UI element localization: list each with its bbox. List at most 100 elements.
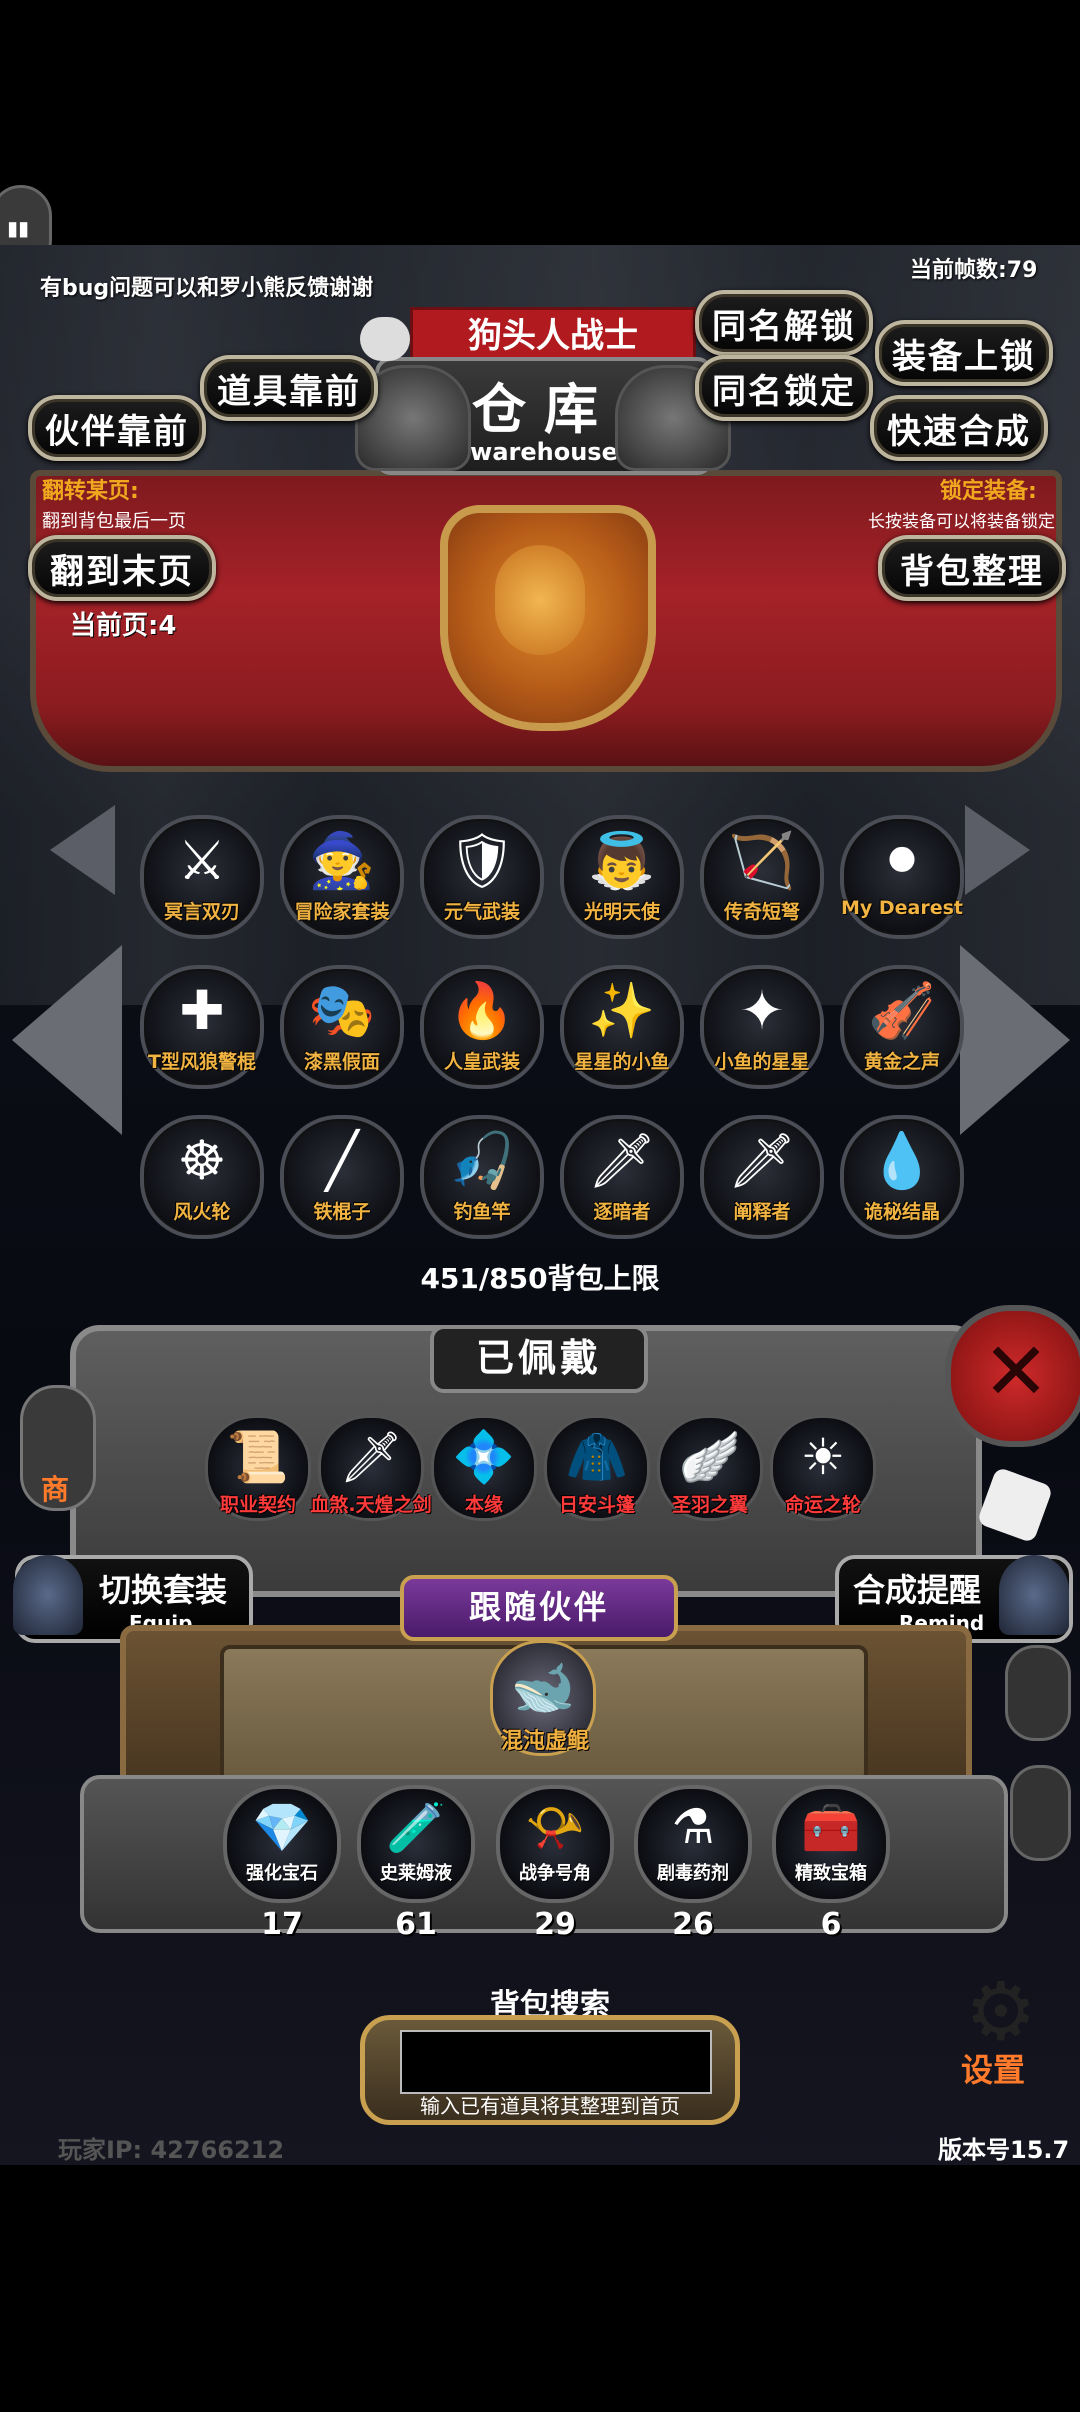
quick-synth-button[interactable]: 快速合成 xyxy=(870,395,1048,461)
flip-page-label: 翻转某页: xyxy=(42,479,139,504)
partner-name: 混沌虚鲲 xyxy=(500,1729,589,1754)
dark-orb-icon: ⚫ xyxy=(879,829,925,892)
sword-icon: 🗡 xyxy=(587,1129,657,1192)
crossbow-icon: 🏹 xyxy=(728,829,796,892)
fish-star-icon: ✦ xyxy=(739,979,785,1042)
close-button[interactable]: ✕ xyxy=(945,1305,1080,1447)
equipped-item[interactable]: ☀ 命运之轮 xyxy=(770,1415,876,1521)
dark-sword-icon: 🗡 xyxy=(727,1129,797,1192)
shop-button[interactable]: 商 xyxy=(20,1385,96,1511)
angel-icon: 👼 xyxy=(588,829,656,892)
partner-front-button[interactable]: 伙伴靠前 xyxy=(28,395,206,461)
side-ring-icon[interactable] xyxy=(1005,1645,1071,1741)
skull-icon xyxy=(360,317,410,361)
feedback-text: 有bug问题可以和罗小熊反馈谢谢 xyxy=(40,276,374,301)
material-slot[interactable]: 💎 强化宝石 17 xyxy=(223,1785,341,1942)
flip-page-hint: 翻到背包最后一页 xyxy=(42,511,186,532)
equipped-title-plaque: 已佩戴 xyxy=(430,1325,648,1393)
search-input[interactable] xyxy=(400,2030,712,2094)
switch-set-label: 切换套装 xyxy=(99,1571,228,1609)
inventory-item[interactable]: 🔥 人皇武装 xyxy=(420,965,544,1089)
unlock-same-name-button[interactable]: 同名解锁 xyxy=(695,290,873,356)
inventory-item[interactable]: 🗡 阐释者 xyxy=(700,1115,824,1239)
lock-equip-label: 锁定装备: xyxy=(940,479,1037,504)
inventory-item[interactable]: 🎻 黄金之声 xyxy=(840,965,964,1089)
material-slot[interactable]: ⚗ 剧毒药剂 26 xyxy=(634,1785,752,1942)
version-number: 版本号15.7 xyxy=(938,2136,1070,2164)
next-arrow-large[interactable] xyxy=(960,945,1070,1135)
lock-equip-hint: 长按装备可以将装备锁定 xyxy=(868,512,1055,532)
armor-icon: 🛡 xyxy=(447,829,517,892)
inventory-item[interactable]: ✚ T型风狼警棍 xyxy=(140,965,264,1089)
lion-emblem-icon xyxy=(495,545,585,655)
player-ip: 玩家IP: 42766212 xyxy=(58,2136,285,2164)
game-screen: 有bug问题可以和罗小熊反馈谢谢 当前帧数:79 狗头人战士 仓库 wareho… xyxy=(0,245,1080,2165)
inventory-item[interactable]: ☸ 风火轮 xyxy=(140,1115,264,1239)
inventory-item[interactable]: 🧙 冒险家套装 xyxy=(280,815,404,939)
equipped-item[interactable]: 🗡 血煞.天煌之剑 xyxy=(310,1415,432,1521)
helmet-icon xyxy=(999,1555,1069,1635)
inventory-item[interactable]: ✨ 星星的小鱼 xyxy=(560,965,684,1089)
fate-wheel-icon: ☀ xyxy=(800,1428,846,1486)
fishing-rod-icon: 🎣 xyxy=(448,1129,516,1192)
settings-label: 设置 xyxy=(961,2051,1026,2089)
iron-rod-icon: ╱ xyxy=(325,1129,359,1192)
inventory-item[interactable]: 💧 诡秘结晶 xyxy=(840,1115,964,1239)
partner-creature-icon: 🐋 xyxy=(510,1658,576,1718)
material-slot[interactable]: 🧪 史莱姆液 61 xyxy=(357,1785,475,1942)
material-slot[interactable]: 📯 战争号角 29 xyxy=(496,1785,614,1942)
material-slot[interactable]: 🧰 精致宝箱 6 xyxy=(772,1785,890,1942)
dual-blade-icon: ⚔ xyxy=(177,829,227,892)
inventory-item[interactable]: 👼 光明天使 xyxy=(560,815,684,939)
wings-icon: 🪽 xyxy=(678,1428,742,1486)
war-horn-icon: 📯 xyxy=(525,1800,585,1856)
prev-arrow-large[interactable] xyxy=(12,945,122,1135)
cloak-icon: 🧥 xyxy=(565,1428,629,1486)
inventory-item[interactable]: ╱ 铁棍子 xyxy=(280,1115,404,1239)
last-page-button[interactable]: 翻到末页 xyxy=(28,535,216,601)
equipped-item[interactable]: 📜 职业契约 xyxy=(205,1415,311,1521)
items-front-button[interactable]: 道具靠前 xyxy=(200,355,378,421)
star-fish-icon: ✨ xyxy=(588,979,656,1042)
current-page: 当前页:4 xyxy=(70,611,177,641)
shop-label: 商 xyxy=(41,1473,70,1506)
emperor-armor-icon: 🔥 xyxy=(448,979,516,1042)
treasure-chest-icon: 🧰 xyxy=(801,1800,861,1856)
search-hint: 输入已有道具将其整理到首页 xyxy=(420,2094,680,2118)
poison-potion-icon: ⚗ xyxy=(671,1799,715,1855)
inventory-item[interactable]: 🛡 元气武装 xyxy=(420,815,544,939)
inventory-item[interactable]: ⚫ My Dearest xyxy=(840,815,964,939)
follow-partner-plaque: 跟随伙伴 xyxy=(400,1575,678,1641)
character-name: 狗头人战士 xyxy=(468,316,638,356)
prev-arrow-small[interactable] xyxy=(50,805,115,895)
wheel-icon: ☸ xyxy=(177,1129,227,1192)
origin-icon: 💠 xyxy=(452,1428,516,1486)
inventory-item[interactable]: ⚔ 冥言双刃 xyxy=(140,815,264,939)
inventory-item[interactable]: 🏹 传奇短弩 xyxy=(700,815,824,939)
follow-partner-title: 跟随伙伴 xyxy=(468,1588,609,1626)
dice-icon[interactable] xyxy=(976,1466,1054,1544)
blood-sword-icon: 🗡 xyxy=(339,1428,403,1486)
inventory-item[interactable]: 🎣 钓鱼竿 xyxy=(420,1115,544,1239)
inventory-item[interactable]: 🎭 漆黑假面 xyxy=(280,965,404,1089)
lock-same-name-button[interactable]: 同名锁定 xyxy=(695,355,873,421)
mask-icon: 🎭 xyxy=(308,979,376,1042)
settings-button[interactable]: ⚙ 设置 xyxy=(955,1965,1065,2095)
bag-capacity: 451/850背包上限 xyxy=(420,1262,660,1295)
sort-bag-button[interactable]: 背包整理 xyxy=(878,535,1066,601)
adventurer-set-icon: 🧙 xyxy=(308,829,376,892)
inventory-item[interactable]: 🗡 逐暗者 xyxy=(560,1115,684,1239)
equipped-item[interactable]: 💠 本缘 xyxy=(431,1415,537,1521)
next-arrow-small[interactable] xyxy=(965,805,1030,895)
bubble-eyes-icon: ▮▮ xyxy=(7,216,30,240)
lock-equipment-button[interactable]: 装备上锁 xyxy=(875,320,1053,386)
green-gem-icon: 💎 xyxy=(252,1800,312,1856)
equipped-title: 已佩戴 xyxy=(475,1336,602,1380)
side-ring-icon[interactable] xyxy=(1010,1765,1071,1861)
equipped-item[interactable]: 🧥 日安斗篷 xyxy=(544,1415,650,1521)
close-icon: ✕ xyxy=(982,1325,1050,1418)
fps-counter: 当前帧数:79 xyxy=(910,258,1038,283)
scroll-icon: 📜 xyxy=(226,1428,290,1486)
inventory-item[interactable]: ✦ 小鱼的星星 xyxy=(700,965,824,1089)
equipped-item[interactable]: 🪽 圣羽之翼 xyxy=(657,1415,763,1521)
